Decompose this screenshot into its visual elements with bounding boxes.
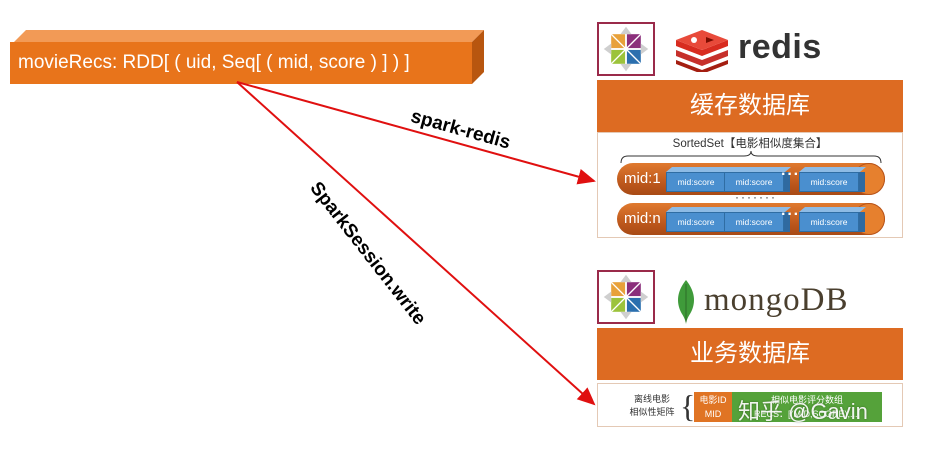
mid-score-cell: mid:score [666, 172, 732, 192]
desc-line-2: 相似性矩阵 [629, 407, 675, 417]
mid-score-cell: mid:score [799, 212, 865, 232]
mid-score-cell: mid:score [724, 172, 790, 192]
vertical-dots: ······· [735, 190, 777, 204]
redis-logo-text: redis [738, 28, 822, 66]
mongodb-leaf-icon [678, 280, 694, 324]
business-db-header: 业务数据库 [597, 328, 903, 380]
rdd-bar: movieRecs: RDD[ ( uid, Seq[ ( mid, score… [10, 42, 472, 84]
desc-line-1: 离线电影 [633, 394, 670, 404]
mid-field-box: 电影ID MID [694, 392, 732, 422]
arrow-to-mongodb [236, 81, 596, 406]
row-label: mid:n [624, 210, 661, 227]
row-label: mid:1 [624, 170, 661, 187]
arrow-to-redis [236, 81, 596, 185]
sorted-set-title: SortedSet【电影相似度集合】 [672, 138, 828, 150]
mid-score-cell: mid:score [799, 172, 865, 192]
centos-icon [597, 270, 655, 324]
watermark: 知乎 @Gavin [738, 399, 868, 424]
centos-icon [597, 22, 655, 76]
mid-field-line-2: MID [704, 409, 722, 419]
cache-db-header: 缓存数据库 [597, 80, 903, 132]
rdd-bar-top-face [14, 30, 484, 42]
spark-session-write-label: SparkSession.write [305, 178, 430, 330]
mongodb-logo-text: mongoDB [704, 282, 849, 318]
rdd-text: movieRecs: RDD[ ( uid, Seq[ ( mid, score… [18, 52, 410, 73]
row-ellipsis: ··· [781, 166, 800, 183]
spark-redis-label: spark-redis [408, 106, 513, 154]
row-ellipsis: ··· [781, 206, 800, 223]
sorted-set-brace [620, 150, 882, 164]
mid-score-cell: mid:score [724, 212, 790, 232]
mid-score-cell: mid:score [666, 212, 732, 232]
similarity-matrix-desc: 离线电影 相似性矩阵 [620, 393, 684, 419]
redis-icon [676, 30, 728, 72]
mid-field-line-1: 电影ID [699, 395, 727, 405]
